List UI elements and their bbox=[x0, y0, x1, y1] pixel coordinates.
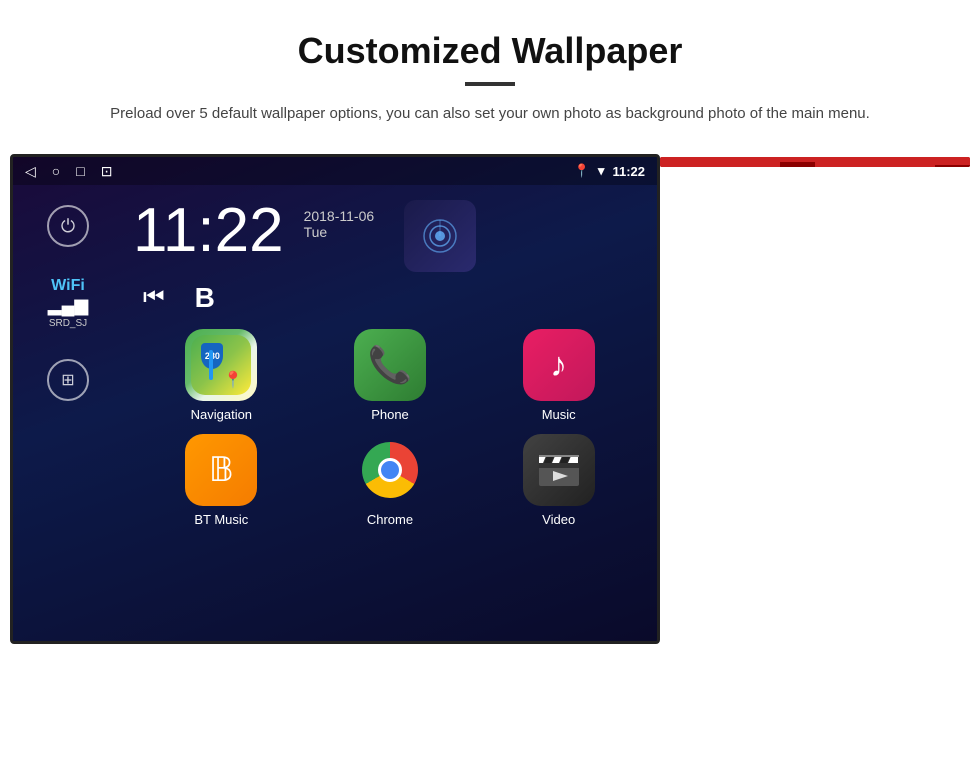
wifi-bars-icon: ▂▄▆ bbox=[48, 295, 88, 316]
app-item-phone[interactable]: 📞 Phone bbox=[312, 329, 469, 422]
apps-grid-button[interactable]: ⊞ bbox=[47, 359, 89, 401]
media-app-icon[interactable] bbox=[404, 200, 476, 272]
page-title: Customized Wallpaper bbox=[60, 30, 920, 72]
power-button[interactable]: ⏻ bbox=[47, 205, 89, 247]
title-divider bbox=[465, 82, 515, 86]
android-screen: ◁ ○ □ ⊡ 📍 ▾ 11:22 ⏻ WiFi bbox=[10, 154, 660, 644]
navigation-app-label: Navigation bbox=[191, 407, 252, 422]
back-nav-icon[interactable]: ◁ bbox=[25, 163, 36, 180]
recent-nav-icon[interactable]: □ bbox=[76, 163, 84, 179]
wifi-info: WiFi ▂▄▆ SRD_SJ bbox=[48, 277, 88, 329]
app-item-video[interactable]: Video bbox=[480, 434, 637, 527]
clock-time: 11:22 bbox=[133, 200, 284, 262]
bt-music-app-icon[interactable]: 𝔹 bbox=[185, 434, 257, 506]
chrome-ring-icon bbox=[362, 442, 418, 498]
city-strip-svg bbox=[660, 157, 970, 167]
signal-icon: ▾ bbox=[598, 163, 605, 179]
chrome-app-icon[interactable] bbox=[354, 434, 426, 506]
wifi-ssid: SRD_SJ bbox=[48, 318, 88, 329]
status-bar-right: 📍 ▾ 11:22 bbox=[574, 163, 645, 179]
screen-content: ⏻ WiFi ▂▄▆ SRD_SJ ⊞ 11:22 2018-11-06 bbox=[13, 185, 657, 644]
music-app-icon[interactable]: ♪ bbox=[523, 329, 595, 401]
home-nav-icon[interactable]: ○ bbox=[52, 163, 60, 179]
chrome-app-label: Chrome bbox=[367, 512, 413, 527]
antenna-svg-icon bbox=[420, 216, 460, 256]
clock-row: 11:22 2018-11-06 Tue bbox=[133, 200, 647, 272]
video-app-icon[interactable] bbox=[523, 434, 595, 506]
clock-date-col: 2018-11-06 Tue bbox=[304, 200, 375, 240]
chrome-center bbox=[378, 458, 402, 482]
left-sidebar: ⏻ WiFi ▂▄▆ SRD_SJ ⊞ bbox=[13, 185, 123, 644]
clock-day: Tue bbox=[304, 224, 375, 240]
bluetooth-icon: 𝔹 bbox=[209, 450, 234, 490]
wallpaper-thumb-city[interactable] bbox=[660, 157, 970, 167]
clapperboard-icon bbox=[538, 453, 580, 487]
nav-map-visual: 280 📍 bbox=[191, 335, 251, 395]
phone-app-label: Phone bbox=[371, 407, 409, 422]
status-bar-left: ◁ ○ □ ⊡ bbox=[25, 163, 112, 180]
music-app-label: Music bbox=[542, 407, 576, 422]
app-item-navigation[interactable]: 280 📍 Navigation bbox=[143, 329, 300, 422]
status-bar: ◁ ○ □ ⊡ 📍 ▾ 11:22 bbox=[13, 157, 657, 185]
bt-music-app-label: BT Music bbox=[194, 512, 248, 527]
prev-track-icon[interactable]: ⏮ bbox=[143, 284, 165, 312]
device-area: ◁ ○ □ ⊡ 📍 ▾ 11:22 ⏻ WiFi bbox=[60, 154, 920, 644]
media-app-letter: B bbox=[195, 282, 215, 314]
app-item-chrome[interactable]: Chrome bbox=[312, 434, 469, 527]
app-grid: 280 📍 Navigation 📞 bbox=[133, 329, 647, 527]
phone-icon: 📞 bbox=[368, 344, 413, 386]
video-app-label: Video bbox=[542, 512, 575, 527]
page-subtitle: Preload over 5 default wallpaper options… bbox=[60, 102, 920, 126]
app-item-music[interactable]: ♪ Music bbox=[480, 329, 637, 422]
wifi-label: WiFi bbox=[48, 277, 88, 295]
clock-status: 11:22 bbox=[612, 164, 645, 179]
wallpaper-thumbnails: CarSetting bbox=[660, 154, 970, 170]
location-icon: 📍 bbox=[574, 163, 590, 179]
clock-date: 2018-11-06 bbox=[304, 208, 375, 224]
music-note-icon: ♪ bbox=[550, 346, 567, 385]
navigation-app-icon[interactable]: 280 📍 bbox=[185, 329, 257, 401]
phone-app-icon[interactable]: 📞 bbox=[354, 329, 426, 401]
page-wrapper: Customized Wallpaper Preload over 5 defa… bbox=[0, 0, 980, 664]
app-item-btmusic[interactable]: 𝔹 BT Music bbox=[143, 434, 300, 527]
screenshot-nav-icon[interactable]: ⊡ bbox=[101, 163, 113, 180]
main-section: 11:22 2018-11-06 Tue bbox=[123, 185, 657, 644]
media-row: ⏮ B bbox=[143, 282, 647, 314]
nav-pin-icon: 📍 bbox=[223, 370, 243, 390]
